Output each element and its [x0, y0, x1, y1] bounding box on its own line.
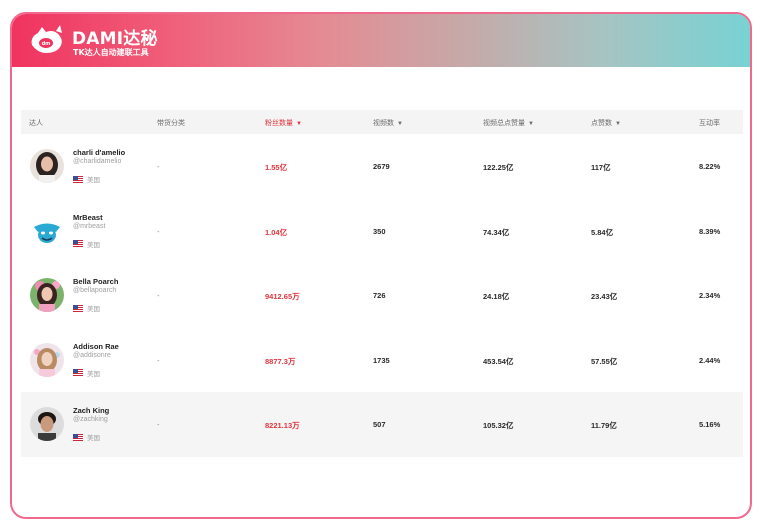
creator-region: 美国 [73, 303, 100, 313]
category-cell: - [157, 355, 160, 365]
followers-cell: 9412.65万 [265, 292, 300, 301]
followers-cell: 8221.13万 [265, 421, 300, 430]
likes-cell: 117亿 [591, 163, 611, 172]
likes-cell: 57.55亿 [591, 356, 618, 366]
table-row[interactable]: Zach King @zachking 美国 - 8221.13万 507 10… [21, 392, 743, 457]
likes-cell: 5.84亿 [591, 227, 614, 237]
avatar[interactable] [30, 149, 64, 183]
avatar[interactable] [30, 213, 64, 248]
engagement-cell: 8.22% [699, 162, 721, 171]
videos-cell: 726 [373, 291, 386, 300]
column-header-followers[interactable]: 粉丝数量 ▼ [265, 118, 302, 128]
us-flag-icon [73, 240, 83, 247]
creator-handle: @zachking [73, 416, 108, 423]
total-likes-cell: 24.18亿 [483, 292, 510, 301]
creator-table: 达人 带货分类 粉丝数量 ▼ 视频数 ▼ 视频总点赞量 ▼ 点赞数 ▼ 互动率 char… [21, 110, 743, 457]
avatar[interactable] [30, 278, 64, 312]
engagement-cell: 2.44% [699, 355, 721, 365]
followers-cell: 1.04亿 [265, 227, 288, 237]
svg-text:dm: dm [42, 41, 51, 47]
column-header-category: 带货分类 [157, 120, 185, 127]
creator-handle: @mrbeast [73, 222, 106, 230]
creator-name[interactable]: Zach King [73, 406, 109, 415]
brand-header: dm DAMI达秘 TK达人自动建联工具 [12, 14, 750, 67]
table-header: 达人 带货分类 粉丝数量 ▼ 视频数 ▼ 视频总点赞量 ▼ 点赞数 ▼ 互动率 [21, 110, 743, 134]
likes-cell: 23.43亿 [591, 292, 618, 301]
sort-desc-icon: ▼ [528, 121, 534, 127]
brand-tagline: TK达人自动建联工具 [73, 48, 149, 57]
videos-cell: 1735 [373, 355, 390, 365]
total-likes-cell: 105.32亿 [483, 421, 514, 430]
table-row[interactable]: MrBeast @mrbeast 美国 - 1.04亿 350 74.34亿 5… [21, 198, 743, 263]
engagement-cell: 8.39% [699, 226, 721, 236]
column-header-videos[interactable]: 视频数 ▼ [373, 118, 403, 128]
category-cell: - [157, 291, 160, 300]
avatar[interactable] [30, 342, 64, 377]
total-likes-cell: 74.34亿 [483, 227, 510, 237]
us-flag-icon [73, 304, 83, 312]
table-row[interactable]: Bella Poarch @bellapoarch 美国 - 9412.65万 … [21, 263, 743, 328]
column-header-total-likes[interactable]: 视频总点赞量 ▼ [483, 118, 534, 128]
videos-cell: 350 [373, 226, 386, 236]
videos-cell: 2679 [373, 162, 390, 171]
table-row[interactable]: charli d'amelio @charlidamelio 美国 - 1.55… [21, 134, 743, 199]
engagement-cell: 2.34% [699, 291, 721, 300]
videos-cell: 507 [373, 420, 386, 429]
brand-name: DAMI达秘 [72, 29, 158, 49]
creator-region: 美国 [73, 432, 100, 442]
us-flag-icon [73, 433, 83, 441]
creator-region: 美国 [73, 368, 100, 378]
category-cell: - [157, 162, 160, 171]
category-cell: - [157, 226, 160, 236]
category-cell: - [157, 420, 160, 429]
likes-cell: 11.79亿 [591, 421, 617, 430]
creator-handle: @addisonre [73, 351, 111, 359]
avatar[interactable] [30, 407, 64, 441]
sort-desc-icon: ▼ [296, 121, 302, 127]
column-header-creator: 达人 [29, 120, 43, 127]
column-header-likes[interactable]: 点赞数 ▼ [591, 118, 621, 128]
creator-region: 美国 [73, 239, 100, 249]
total-likes-cell: 122.25亿 [483, 163, 514, 172]
us-flag-icon [73, 369, 83, 376]
column-header-engagement: 互动率 [699, 120, 720, 127]
creator-name[interactable]: charli d'amelio [73, 148, 125, 157]
followers-cell: 1.55亿 [265, 163, 288, 172]
engagement-cell: 5.16% [699, 420, 721, 429]
sort-desc-icon: ▼ [615, 121, 621, 127]
creator-name[interactable]: Bella Poarch [73, 277, 118, 286]
creator-region: 美国 [73, 174, 100, 184]
us-flag-icon [73, 175, 83, 183]
creator-handle: @charlidamelio [73, 158, 122, 165]
table-row[interactable]: Addison Rae @addisonre 美国 - 8877.3万 1735… [21, 327, 743, 392]
creator-handle: @bellapoarch [73, 287, 117, 294]
creator-name[interactable]: Addison Rae [73, 342, 119, 351]
app-card: dm DAMI达秘 TK达人自动建联工具 达人 带货分类 粉丝数量 ▼ 视频数 ▼ … [10, 12, 752, 519]
total-likes-cell: 453.54亿 [483, 356, 514, 366]
followers-cell: 8877.3万 [265, 356, 296, 366]
creator-name[interactable]: MrBeast [73, 213, 103, 222]
sort-desc-icon: ▼ [397, 121, 403, 127]
dami-logo-icon: dm [31, 25, 62, 53]
